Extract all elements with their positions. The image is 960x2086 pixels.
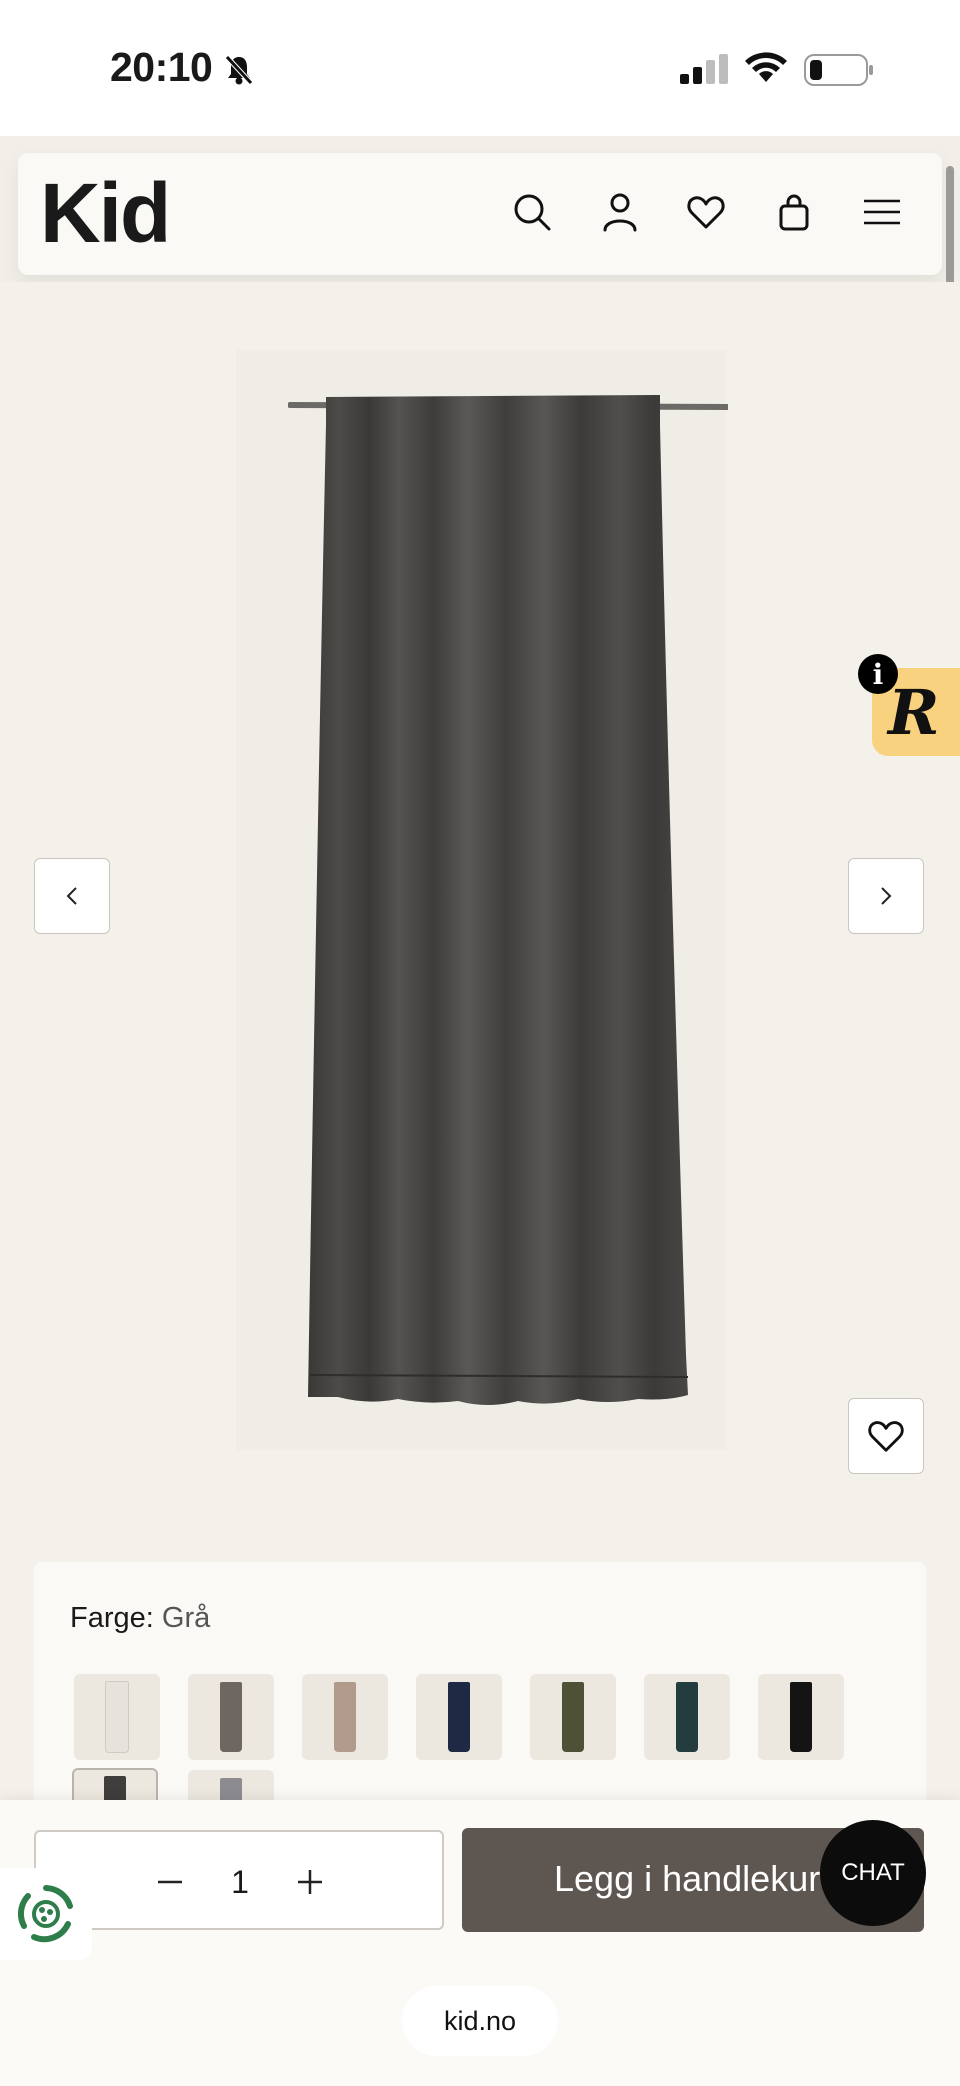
add-to-cart-label: Legg i handlekurv xyxy=(554,1858,839,1899)
color-swatch-taupe[interactable] xyxy=(188,1674,274,1760)
heart-icon xyxy=(868,1421,904,1452)
eco-recycle-badge[interactable] xyxy=(0,1868,92,1960)
color-swatch-navy[interactable] xyxy=(416,1674,502,1760)
quantity-value[interactable]: 1 xyxy=(220,1862,260,1902)
wifi-icon xyxy=(744,52,788,89)
swatch-curtain xyxy=(790,1682,812,1752)
promo-r-logo-icon[interactable]: R xyxy=(888,676,940,749)
swatch-curtain xyxy=(220,1682,242,1752)
swatch-curtain xyxy=(334,1682,356,1752)
color-swatch-rose-beige[interactable] xyxy=(302,1674,388,1760)
chat-button[interactable]: CHAT xyxy=(820,1820,926,1926)
bell-muted-icon xyxy=(224,54,254,91)
color-label-value: Grå xyxy=(161,1602,211,1634)
cellular-signal-icon xyxy=(680,54,730,89)
account-icon[interactable] xyxy=(600,192,640,232)
quantity-decrease-button[interactable] xyxy=(150,1862,190,1902)
color-swatch-white[interactable] xyxy=(74,1674,160,1760)
color-label: Farge: Grå xyxy=(70,1602,210,1635)
chevron-right-icon xyxy=(881,887,892,905)
recycle-icon xyxy=(17,1885,73,1943)
gallery-prev-button[interactable] xyxy=(34,858,110,934)
swatch-curtain xyxy=(676,1682,698,1752)
info-icon[interactable]: i xyxy=(858,654,898,694)
swatch-curtain xyxy=(448,1682,470,1752)
kid-logo[interactable]: Kid xyxy=(40,168,171,258)
chevron-left-icon xyxy=(66,887,77,905)
swatch-curtain xyxy=(105,1681,129,1753)
status-bar: 20:10 xyxy=(0,0,960,136)
search-icon[interactable] xyxy=(512,192,552,232)
menu-icon[interactable] xyxy=(862,192,902,232)
color-swatch-dark-teal[interactable] xyxy=(644,1674,730,1760)
minus-icon xyxy=(158,1880,182,1884)
battery-icon xyxy=(804,54,874,91)
add-to-wishlist-button[interactable] xyxy=(848,1398,924,1474)
swatch-curtain xyxy=(562,1682,584,1752)
browser-url-pill[interactable]: kid.no xyxy=(402,1986,558,2056)
wishlist-icon[interactable] xyxy=(686,192,726,232)
shopping-bag-icon[interactable] xyxy=(774,192,814,232)
plus-icon xyxy=(298,1870,322,1894)
product-image-curtain[interactable] xyxy=(287,385,731,1430)
color-swatch-olive[interactable] xyxy=(530,1674,616,1760)
gallery-next-button[interactable] xyxy=(848,858,924,934)
color-label-key: Farge: xyxy=(70,1602,154,1634)
quantity-increase-button[interactable] xyxy=(290,1862,330,1902)
color-swatch-black[interactable] xyxy=(758,1674,844,1760)
status-time: 20:10 xyxy=(110,44,213,90)
